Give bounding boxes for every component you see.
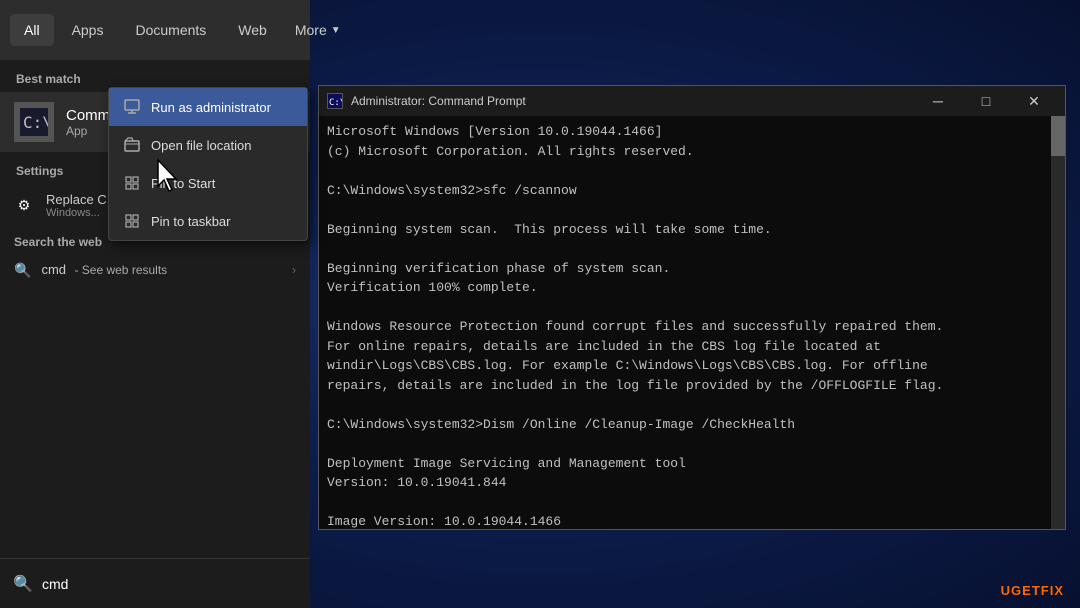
cmd-maximize-button[interactable]: □ <box>963 86 1009 116</box>
context-pin-start[interactable]: Pin to Start <box>109 164 307 202</box>
cmd-content: Microsoft Windows [Version 10.0.19044.14… <box>319 116 1065 529</box>
tab-more[interactable]: More ▼ <box>285 14 351 46</box>
run-admin-icon <box>123 98 141 116</box>
cmd-scrollbar[interactable] <box>1051 116 1065 529</box>
cmd-minimize-button[interactable]: ─ <box>915 86 961 116</box>
context-open-location[interactable]: Open file location <box>109 126 307 164</box>
watermark-accent: GET <box>1011 583 1041 598</box>
cmd-window: C:\ Administrator: Command Prompt ─ □ ✕ … <box>318 85 1066 530</box>
web-result-info: cmd - See web results <box>41 261 167 279</box>
more-arrow-icon: ▼ <box>331 25 341 36</box>
cmd-titlebar: C:\ Administrator: Command Prompt ─ □ ✕ <box>319 86 1065 116</box>
tab-web[interactable]: Web <box>224 14 281 46</box>
cmd-window-title: Administrator: Command Prompt <box>351 94 907 108</box>
pin-taskbar-label: Pin to taskbar <box>151 214 231 229</box>
context-pin-taskbar[interactable]: Pin to taskbar <box>109 202 307 240</box>
cmd-output-text: Microsoft Windows [Version 10.0.19044.14… <box>327 122 1057 529</box>
svg-text:C:\: C:\ <box>23 113 48 132</box>
cmd-app-icon: C:\ <box>14 102 54 142</box>
nav-tabs: All Apps Documents Web More ▼ <box>0 0 310 60</box>
taskbar-search-icon: 🔍 <box>12 573 34 595</box>
cmd-controls: ─ □ ✕ <box>915 86 1057 116</box>
watermark-prefix: U <box>1001 583 1011 598</box>
watermark-suffix: FIX <box>1041 583 1064 598</box>
pin-start-label: Pin to Start <box>151 176 215 191</box>
cmd-window-icon: C:\ <box>327 93 343 109</box>
taskbar-search: 🔍 <box>0 558 310 608</box>
tab-all[interactable]: All <box>10 14 54 46</box>
run-admin-label: Run as administrator <box>151 100 271 115</box>
watermark: UGETFIX <box>1001 583 1064 598</box>
open-location-icon <box>123 136 141 154</box>
web-result-cmd-text: cmd <box>41 262 66 277</box>
web-arrow-icon: › <box>292 263 296 277</box>
context-run-admin[interactable]: Run as administrator <box>109 88 307 126</box>
cmd-close-button[interactable]: ✕ <box>1011 86 1057 116</box>
open-location-label: Open file location <box>151 138 251 153</box>
settings-gear-icon: ⚙ <box>14 196 34 216</box>
cmd-scrollbar-thumb[interactable] <box>1051 116 1065 156</box>
tab-documents[interactable]: Documents <box>121 14 220 46</box>
pin-start-icon <box>123 174 141 192</box>
pin-taskbar-icon <box>123 212 141 230</box>
taskbar-search-input[interactable] <box>42 576 298 592</box>
web-search-icon: 🔍 <box>14 262 31 279</box>
web-result-sub: - See web results <box>74 263 167 277</box>
web-result-cmd[interactable]: 🔍 cmd - See web results › <box>0 253 310 287</box>
context-menu: Run as administrator Open file location … <box>108 87 308 241</box>
tab-apps[interactable]: Apps <box>58 14 118 46</box>
svg-text:C:\: C:\ <box>329 98 342 108</box>
